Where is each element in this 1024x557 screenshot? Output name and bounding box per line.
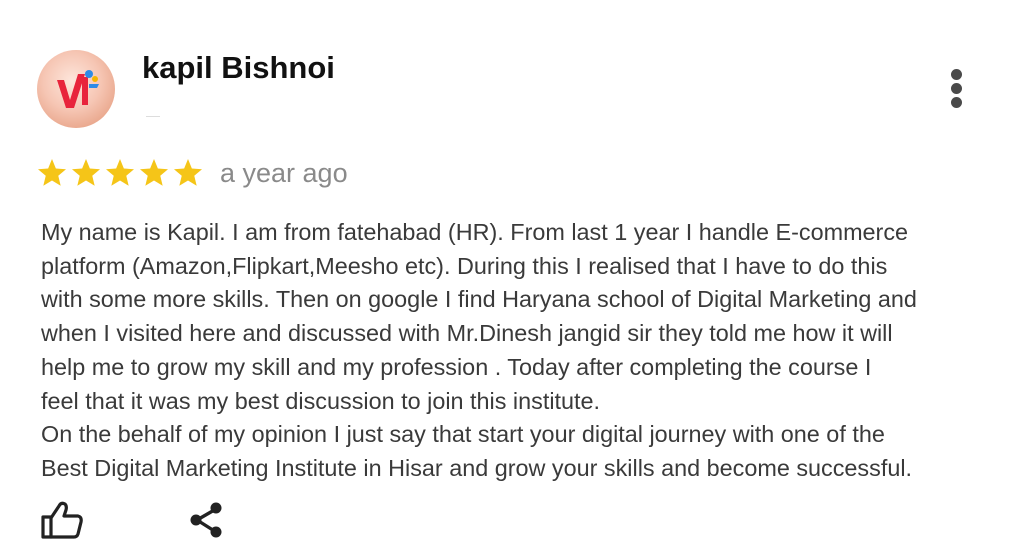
star-icon [106, 159, 134, 186]
avatar-logo-icon [57, 70, 99, 108]
review-text-line: platform (Amazon,Flipkart,Meesho etc). D… [41, 252, 888, 279]
star-icon [38, 159, 66, 186]
star-icon [140, 159, 168, 186]
share-icon [190, 502, 222, 538]
more-options-button[interactable] [942, 66, 972, 112]
review-text-line: My name is Kapil. I am from fatehabad (H… [41, 219, 909, 245]
reviewer-name: kapil Bishnoi [142, 50, 335, 85]
share-button[interactable] [186, 500, 226, 540]
review-text-line: feel that it was my best discussion to j… [41, 387, 601, 414]
review-text: My name is Kapil. I am from fatehabad (H… [41, 216, 1016, 486]
star-icon [174, 159, 202, 186]
thumbs-up-icon [41, 501, 83, 539]
star-rating [36, 157, 204, 189]
review-text-line: with some more skills. Then on google I … [41, 286, 917, 313]
like-button[interactable] [40, 500, 84, 540]
review-date: a year ago [220, 157, 348, 188]
review-text-line: On the behalf of my opinion I just say t… [41, 421, 885, 448]
star-icon [72, 159, 100, 186]
review-text-line: when I visited here and discussed with M… [41, 320, 893, 347]
reviewer-subtitle-divider [146, 116, 160, 117]
reviewer-avatar[interactable] [37, 50, 115, 128]
review-text-line: Best Digital Marketing Institute in Hisa… [41, 454, 913, 481]
rating-row: a year ago [36, 154, 348, 192]
review-text-line: help me to grow my skill and my professi… [41, 353, 872, 380]
